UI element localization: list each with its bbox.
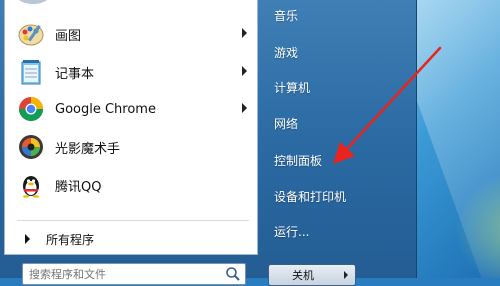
search-box[interactable] <box>22 263 246 285</box>
program-label: 腾讯QQ <box>55 179 102 195</box>
notepad-icon <box>15 56 47 88</box>
program-label: 记事本 <box>55 66 95 82</box>
submenu-arrow-icon[interactable] <box>242 28 247 38</box>
start-menu: 画图 记事本 Google Chrome 光影魔术手 腾讯QQ 所有程序 搜索程… <box>0 0 417 286</box>
partial-program-icon <box>15 0 51 6</box>
program-label: Google Chrome <box>55 101 156 117</box>
right-item-devices-printers[interactable]: 设备和打印机 <box>268 183 408 209</box>
photo-magic-icon <box>15 131 47 163</box>
desktop-background <box>415 0 500 278</box>
right-item-computer[interactable]: 计算机 <box>268 74 408 100</box>
search-icon[interactable] <box>225 266 241 282</box>
paint-icon <box>15 18 47 50</box>
program-label: 光影魔术手 <box>55 141 121 157</box>
submenu-arrow-icon[interactable] <box>242 66 247 76</box>
program-item-notepad[interactable]: 记事本 <box>9 54 255 90</box>
right-item-label: 运行... <box>274 224 310 239</box>
programs-pane: 画图 记事本 Google Chrome 光影魔术手 腾讯QQ 所有程序 <box>4 0 258 255</box>
expand-arrow-icon <box>25 234 30 244</box>
divider <box>17 220 249 221</box>
shutdown-label: 关机 <box>292 269 314 282</box>
right-item-label: 游戏 <box>274 45 299 60</box>
right-item-games[interactable]: 游戏 <box>268 39 408 65</box>
all-programs-button[interactable]: 所有程序 <box>9 228 255 250</box>
submenu-arrow-icon[interactable] <box>242 103 247 113</box>
shutdown-button[interactable]: 关机 <box>268 264 338 286</box>
right-item-label: 网络 <box>274 116 299 131</box>
program-item-qq[interactable]: 腾讯QQ <box>9 167 255 203</box>
program-item-chrome[interactable]: Google Chrome <box>9 91 255 127</box>
right-item-label: 设备和打印机 <box>274 189 347 204</box>
all-programs-label: 所有程序 <box>46 232 95 247</box>
shutdown-options-button[interactable] <box>337 264 356 286</box>
program-item-paint[interactable]: 画图 <box>9 16 255 52</box>
qq-penguin-icon <box>15 169 47 201</box>
right-item-label: 音乐 <box>274 8 299 23</box>
right-item-music[interactable]: 音乐 <box>268 2 408 28</box>
right-item-run[interactable]: 运行... <box>268 218 408 244</box>
program-label: 画图 <box>55 28 82 44</box>
right-item-label: 控制面板 <box>274 153 323 168</box>
program-item-photo-magic[interactable]: 光影魔术手 <box>9 129 255 165</box>
chrome-icon <box>15 93 47 125</box>
search-input[interactable] <box>23 265 225 283</box>
right-item-label: 计算机 <box>274 80 311 95</box>
right-item-control-panel[interactable]: 控制面板 <box>268 147 408 173</box>
right-item-network[interactable]: 网络 <box>268 110 408 136</box>
